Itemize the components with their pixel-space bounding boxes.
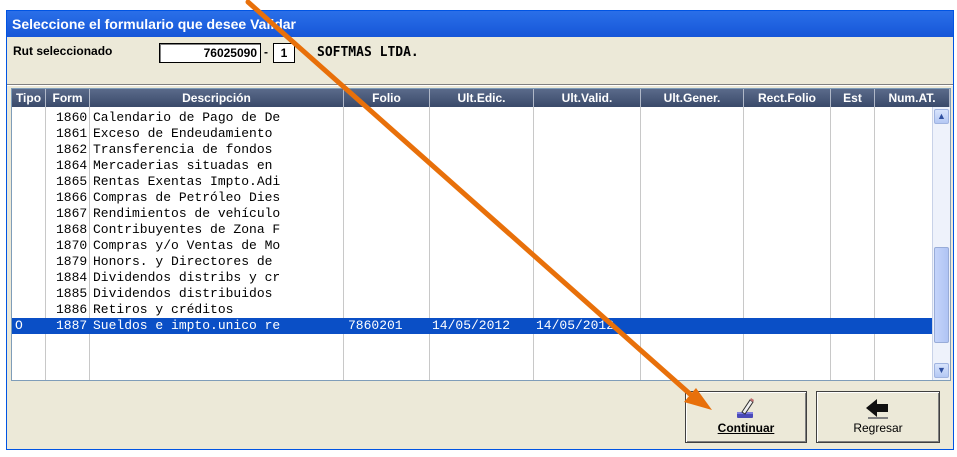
cell-desc: Dividendos distribs y cr (93, 270, 281, 285)
table-row[interactable]: 1864 Mercaderias situadas en (12, 158, 932, 174)
cell-desc: Dividendos distribuidos (93, 286, 273, 301)
table-row[interactable]: 1886 Retiros y créditos (12, 302, 932, 318)
column-header-tipo[interactable]: Tipo (12, 89, 46, 107)
cell-form: 1868 (56, 222, 88, 237)
cell-folio: 7860201 (348, 318, 403, 333)
validation-dialog: Seleccione el formulario que desee Valid… (6, 10, 954, 450)
cell-form: 1867 (56, 206, 88, 221)
table-row[interactable]: 1860 Calendario de Pago de De (12, 110, 932, 126)
cell-desc: Calendario de Pago de De (93, 110, 281, 125)
column-header-ult-valid[interactable]: Ult.Valid. (534, 89, 641, 107)
table-row[interactable]: 1879 Honors. y Directores de (12, 254, 932, 270)
table-row-selected[interactable]: O 1887 Sueldos e impto.unico re 7860201 14/0… (12, 318, 932, 334)
table-row[interactable]: 1862 Transferencia de fondos (12, 142, 932, 158)
column-header-descripcion[interactable]: Descripción (90, 89, 344, 107)
cell-edic: 14/05/2012 (432, 318, 511, 333)
table-row[interactable]: 1861 Exceso de Endeudamiento (12, 126, 932, 142)
cell-form: 1865 (56, 174, 88, 189)
back-arrow-icon (864, 398, 892, 423)
cell-form: 1887 (56, 318, 88, 333)
rut-number-field[interactable]: 76025090 (159, 43, 261, 63)
divider (7, 84, 953, 86)
cell-desc: Retiros y créditos (93, 302, 234, 317)
table-row[interactable]: 1885 Dividendos distribuidos (12, 286, 932, 302)
cell-desc: Compras y/o Ventas de Mo (93, 238, 281, 253)
cell-form: 1884 (56, 270, 88, 285)
cell-desc: Honors. y Directores de (93, 254, 273, 269)
chevron-down-icon[interactable]: ▼ (934, 363, 949, 378)
regresar-label: Regresar (853, 421, 903, 435)
chevron-up-icon[interactable]: ▲ (934, 109, 949, 124)
company-name: SOFTMAS LTDA. (317, 45, 419, 60)
rut-label: Rut seleccionado (13, 44, 113, 58)
column-header-est[interactable]: Est (831, 89, 875, 107)
regresar-button[interactable]: Regresar (816, 391, 940, 443)
table-row[interactable]: 1868 Contribuyentes de Zona F (12, 222, 932, 238)
column-header-ult-edic[interactable]: Ult.Edic. (430, 89, 534, 107)
cell-desc: Rentas Exentas Impto.Adi (93, 174, 281, 189)
cell-desc: Compras de Petróleo Dies (93, 190, 281, 205)
cell-desc: Rendimientos de vehículo (93, 206, 281, 221)
table-row[interactable]: 1867 Rendimientos de vehículo (12, 206, 932, 222)
column-header-rect-folio[interactable]: Rect.Folio (744, 89, 831, 107)
table-row[interactable]: 1884 Dividendos distribs y cr (12, 270, 932, 286)
cell-form: 1870 (56, 238, 88, 253)
cell-form: 1860 (56, 110, 88, 125)
scroll-thumb[interactable] (934, 247, 949, 343)
rut-separator: - (264, 45, 268, 59)
cell-valid: 14/05/2012 (536, 318, 615, 333)
cell-form: 1862 (56, 142, 88, 157)
cell-desc: Sueldos e impto.unico re (93, 318, 281, 333)
continuar-button[interactable]: Continuar (685, 391, 807, 443)
cell-form: 1864 (56, 158, 88, 173)
cell-desc: Mercaderias situadas en (93, 158, 273, 173)
cell-tipo: O (15, 318, 23, 333)
table-row[interactable]: 1865 Rentas Exentas Impto.Adi (12, 174, 932, 190)
window-title: Seleccione el formulario que desee Valid… (7, 11, 953, 37)
cell-form: 1866 (56, 190, 88, 205)
cell-form: 1861 (56, 126, 88, 141)
cell-form: 1886 (56, 302, 88, 317)
cell-desc: Exceso de Endeudamiento (93, 126, 273, 141)
pencil-eraser-icon (734, 398, 758, 423)
cell-form: 1879 (56, 254, 88, 269)
cell-form: 1885 (56, 286, 88, 301)
table-row[interactable]: 1866 Compras de Petróleo Dies (12, 190, 932, 206)
cell-desc: Transferencia de fondos (93, 142, 273, 157)
cell-desc: Contribuyentes de Zona F (93, 222, 281, 237)
column-header-num-at[interactable]: Num.AT. (875, 89, 950, 107)
rut-dv-field[interactable]: 1 (273, 43, 295, 63)
column-header-ult-gener[interactable]: Ult.Gener. (641, 89, 744, 107)
continuar-label: Continuar (717, 421, 775, 435)
table-row[interactable]: 1870 Compras y/o Ventas de Mo (12, 238, 932, 254)
forms-table[interactable]: Tipo Form Descripción Folio Ult.Edic. Ul… (11, 88, 951, 381)
column-header-form[interactable]: Form (46, 89, 90, 107)
vertical-scrollbar[interactable]: ▲ ▼ (932, 107, 950, 380)
column-header-folio[interactable]: Folio (344, 89, 430, 107)
